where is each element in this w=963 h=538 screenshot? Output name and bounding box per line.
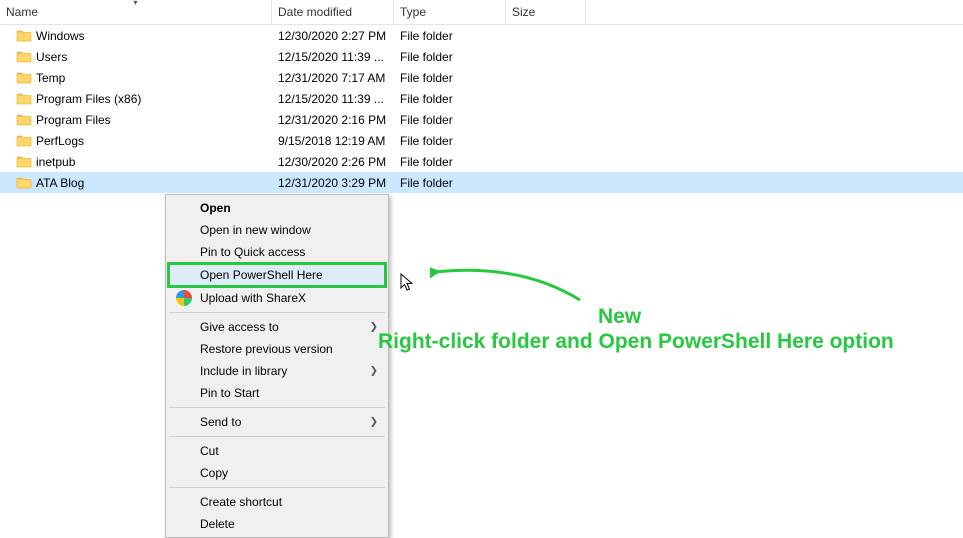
ctx-give-access[interactable]: Give access to ❯ — [168, 316, 386, 338]
file-type-label: File folder — [394, 155, 506, 169]
file-name-label: ATA Blog — [36, 176, 84, 190]
ctx-cut-label: Cut — [200, 444, 219, 458]
folder-icon — [16, 112, 32, 128]
file-name-label: Temp — [36, 71, 65, 85]
file-date-label: 12/31/2020 3:29 PM — [272, 176, 394, 190]
file-type-label: File folder — [394, 71, 506, 85]
file-row[interactable]: Windows 12/30/2020 2:27 PMFile folder — [0, 25, 963, 46]
sharex-icon — [176, 290, 192, 306]
ctx-pin-quick-access[interactable]: Pin to Quick access — [168, 241, 386, 263]
column-name-label: Name — [6, 5, 38, 19]
file-row[interactable]: Program Files (x86) 12/15/2020 11:39 ...F… — [0, 88, 963, 109]
file-type-label: File folder — [394, 92, 506, 106]
column-date-label: Date modified — [278, 5, 352, 19]
file-type-label: File folder — [394, 134, 506, 148]
file-date-label: 12/30/2020 2:27 PM — [272, 29, 394, 43]
ctx-delete-label: Delete — [200, 517, 235, 531]
chevron-right-icon: ❯ — [370, 366, 378, 377]
folder-icon — [16, 91, 32, 107]
file-type-label: File folder — [394, 29, 506, 43]
file-name-label: Users — [36, 50, 67, 64]
file-date-label: 12/15/2020 11:39 ... — [272, 92, 394, 106]
file-date-label: 12/30/2020 2:26 PM — [272, 155, 394, 169]
ctx-separator — [169, 407, 385, 408]
ctx-shortcut-label: Create shortcut — [200, 495, 282, 509]
file-name-label: Program Files (x86) — [36, 92, 141, 106]
file-type-label: File folder — [394, 50, 506, 64]
ctx-open-powershell-here[interactable]: Open PowerShell Here — [167, 262, 387, 288]
ctx-pin-start[interactable]: Pin to Start — [168, 382, 386, 404]
file-name-label: Windows — [36, 29, 85, 43]
column-header-type[interactable]: Type — [394, 0, 506, 24]
file-list: Windows12/30/2020 2:27 PMFile folderUser… — [0, 25, 963, 193]
column-header-name[interactable]: ▾ Name — [0, 0, 272, 24]
annotation-text-new: New — [598, 305, 641, 329]
ctx-include-lib-label: Include in library — [200, 364, 287, 378]
column-type-label: Type — [400, 5, 426, 19]
annotation-arrow — [430, 258, 590, 311]
ctx-sharex-label: Upload with ShareX — [200, 291, 306, 305]
file-date-label: 12/31/2020 7:17 AM — [272, 71, 394, 85]
ctx-copy-label: Copy — [200, 466, 228, 480]
chevron-right-icon: ❯ — [370, 322, 378, 333]
file-date-label: 9/15/2018 12:19 AM — [272, 134, 394, 148]
column-size-label: Size — [512, 5, 535, 19]
folder-icon — [16, 175, 32, 191]
file-name-label: PerfLogs — [36, 134, 84, 148]
column-header-date[interactable]: Date modified — [272, 0, 394, 24]
ctx-open-new-window[interactable]: Open in new window — [168, 219, 386, 241]
ctx-cut[interactable]: Cut — [168, 440, 386, 462]
ctx-give-access-label: Give access to — [200, 320, 279, 334]
cursor-icon — [400, 273, 416, 293]
file-row[interactable]: Program Files 12/31/2020 2:16 PMFile fold… — [0, 109, 963, 130]
file-date-label: 12/15/2020 11:39 ... — [272, 50, 394, 64]
file-row[interactable]: ATA Blog 12/31/2020 3:29 PMFile folder — [0, 172, 963, 193]
context-menu: Open Open in new window Pin to Quick acc… — [165, 194, 389, 538]
folder-icon — [16, 28, 32, 44]
chevron-right-icon: ❯ — [370, 417, 378, 428]
ctx-send-to-label: Send to — [200, 415, 241, 429]
ctx-powershell-label: Open PowerShell Here — [200, 268, 323, 282]
ctx-upload-sharex[interactable]: Upload with ShareX — [168, 287, 386, 309]
ctx-include-library[interactable]: Include in library ❯ — [168, 360, 386, 382]
folder-icon — [16, 70, 32, 86]
ctx-create-shortcut[interactable]: Create shortcut — [168, 491, 386, 513]
ctx-separator — [169, 436, 385, 437]
ctx-separator — [169, 312, 385, 313]
ctx-open-label: Open — [200, 201, 231, 215]
ctx-delete[interactable]: Delete — [168, 513, 386, 535]
file-type-label: File folder — [394, 113, 506, 127]
file-row[interactable]: inetpub 12/30/2020 2:26 PMFile folder — [0, 151, 963, 172]
ctx-open-new-label: Open in new window — [200, 223, 311, 237]
sort-descending-icon: ▾ — [133, 0, 137, 7]
ctx-separator — [169, 487, 385, 488]
file-row[interactable]: Users 12/15/2020 11:39 ...File folder — [0, 46, 963, 67]
ctx-copy[interactable]: Copy — [168, 462, 386, 484]
folder-icon — [16, 133, 32, 149]
ctx-send-to[interactable]: Send to ❯ — [168, 411, 386, 433]
ctx-pin-quick-label: Pin to Quick access — [200, 245, 305, 259]
file-type-label: File folder — [394, 176, 506, 190]
file-row[interactable]: Temp 12/31/2020 7:17 AMFile folder — [0, 67, 963, 88]
ctx-pin-start-label: Pin to Start — [200, 386, 259, 400]
column-header-size[interactable]: Size — [506, 0, 586, 24]
ctx-restore-prev-label: Restore previous version — [200, 342, 333, 356]
file-name-label: inetpub — [36, 155, 75, 169]
ctx-restore-previous[interactable]: Restore previous version — [168, 338, 386, 360]
folder-icon — [16, 49, 32, 65]
file-row[interactable]: PerfLogs 9/15/2018 12:19 AMFile folder — [0, 130, 963, 151]
file-name-label: Program Files — [36, 113, 111, 127]
annotation-text-line2: Right-click folder and Open PowerShell H… — [378, 330, 894, 354]
folder-icon — [16, 154, 32, 170]
ctx-open[interactable]: Open — [168, 197, 386, 219]
file-date-label: 12/31/2020 2:16 PM — [272, 113, 394, 127]
column-header-row: ▾ Name Date modified Type Size — [0, 0, 963, 25]
